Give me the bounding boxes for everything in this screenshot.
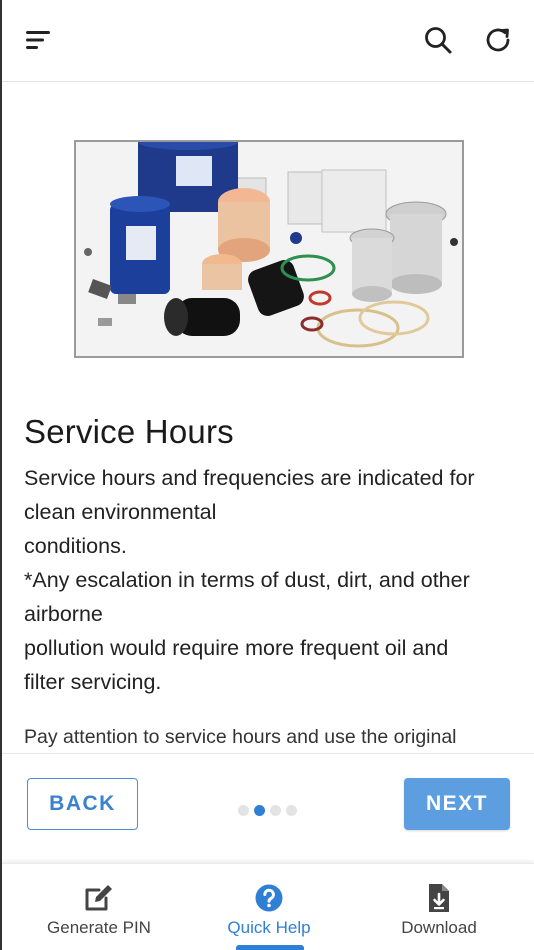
nav-download[interactable]: Download <box>354 864 524 950</box>
nav-label: Quick Help <box>227 918 311 937</box>
download-file-icon <box>429 884 449 912</box>
top-app-bar <box>2 0 534 82</box>
page-dot <box>238 805 249 816</box>
description-line: conditions. <box>24 534 127 558</box>
search-icon <box>425 27 452 54</box>
pager-bar: BACK NEXT <box>2 753 534 863</box>
search-button[interactable] <box>416 18 460 62</box>
nav-label: Generate PIN <box>47 918 151 937</box>
description-line: Service hours and frequencies are indica… <box>24 466 475 490</box>
page-indicator <box>238 805 297 816</box>
help-circle-icon <box>255 884 283 912</box>
menu-icon <box>26 31 50 49</box>
nav-quick-help[interactable]: Quick Help <box>184 864 354 950</box>
nav-label: Download <box>401 918 477 937</box>
refresh-button[interactable] <box>476 18 520 62</box>
page-dot <box>286 805 297 816</box>
bottom-navigation: Generate PIN Quick Help Download <box>2 863 534 950</box>
slide-note: Pay attention to service hours and use t… <box>24 726 457 748</box>
page-dot <box>270 805 281 816</box>
spare-parts-image <box>74 140 464 358</box>
description-line: *Any escalation in terms of dust, dirt, … <box>24 568 470 592</box>
menu-button[interactable] <box>16 18 60 62</box>
slide-title: Service Hours <box>24 413 234 450</box>
description-line: pollution would require more frequent oi… <box>24 636 449 660</box>
app-screen: Service Hours Service hours and frequenc… <box>0 0 534 950</box>
refresh-icon <box>486 28 510 52</box>
description-line: filter servicing. <box>24 670 162 694</box>
slide-content: Service Hours Service hours and frequenc… <box>2 83 534 753</box>
page-dot <box>254 805 265 816</box>
back-button[interactable]: BACK <box>27 778 138 830</box>
edit-icon <box>85 885 112 911</box>
slide-description: Service hours and frequencies are indica… <box>24 461 524 699</box>
active-tab-indicator <box>236 945 304 950</box>
nav-generate-pin[interactable]: Generate PIN <box>14 864 184 950</box>
next-button[interactable]: NEXT <box>404 778 510 830</box>
description-line: airborne <box>24 602 103 626</box>
description-line: clean environmental <box>24 500 217 524</box>
